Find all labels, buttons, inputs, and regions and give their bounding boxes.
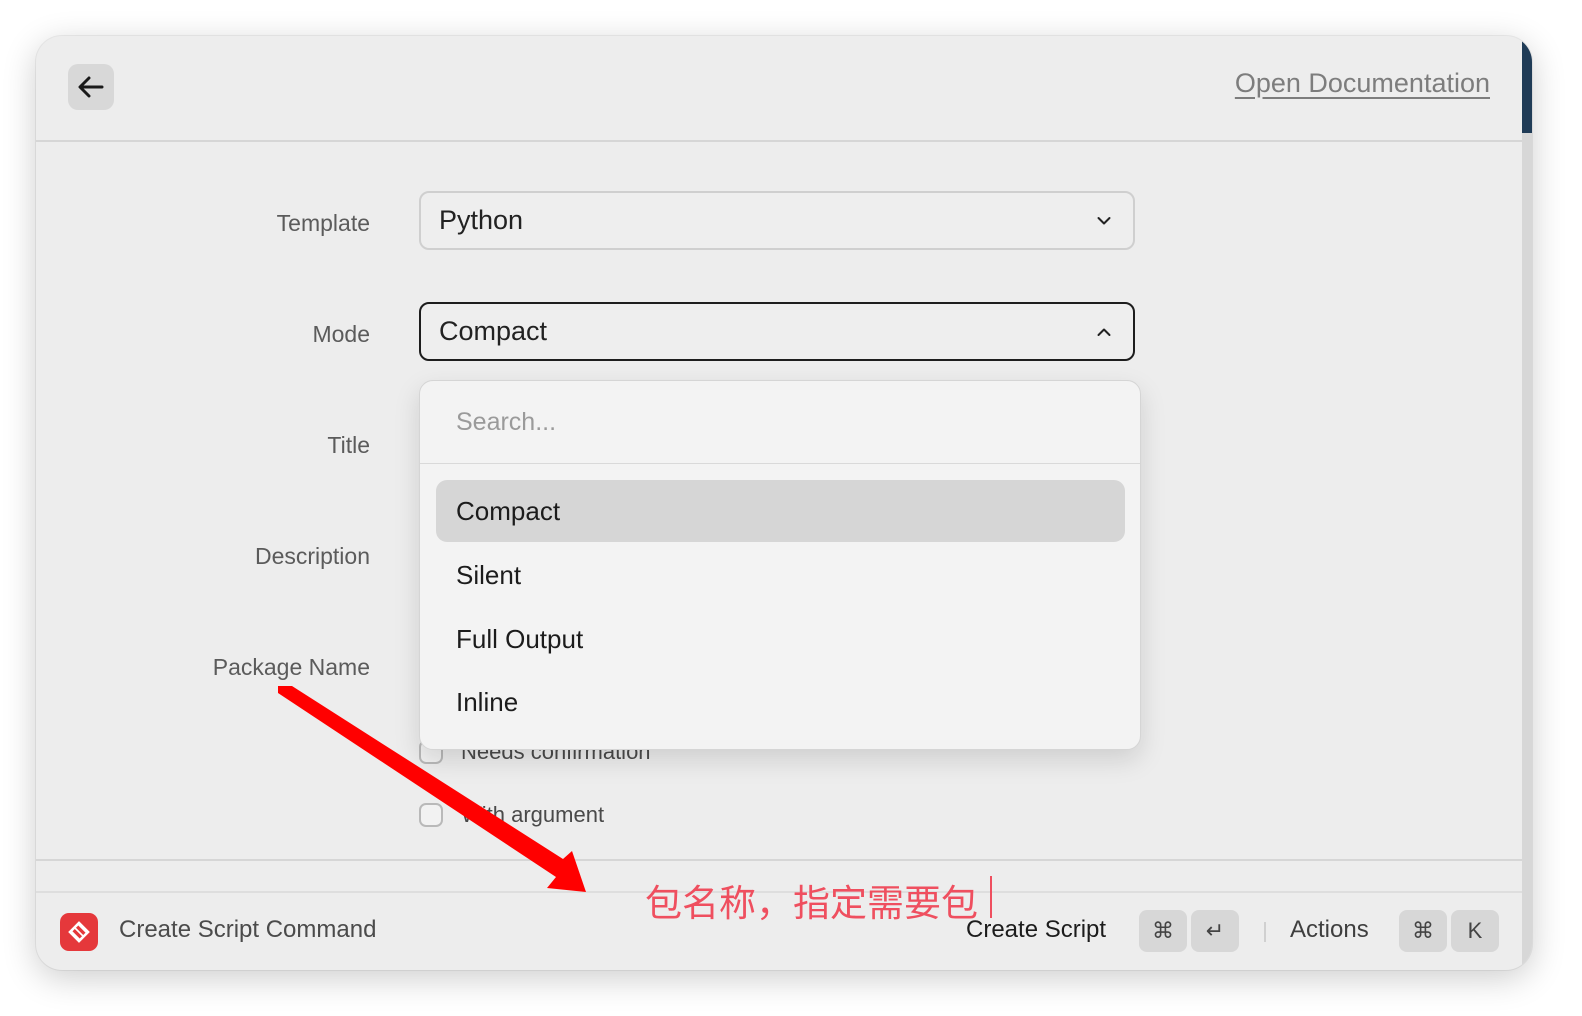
back-button[interactable] (68, 64, 114, 110)
dropdown-option-compact[interactable]: Compact (436, 480, 1125, 542)
annotation-text: 包名称，指定需要包 (645, 882, 978, 925)
k-key-icon: K (1451, 910, 1499, 952)
command-key-icon: ⌘ (1139, 910, 1187, 952)
template-select[interactable]: Python (419, 191, 1135, 250)
description-label: Description (254, 543, 370, 569)
dropdown-option-inline[interactable]: Inline (436, 671, 1125, 733)
script-command-window: Open Documentation Template Python Mode … (36, 36, 1532, 970)
template-label: Template (276, 210, 370, 236)
arrow-left-icon (78, 76, 104, 98)
package-name-label: Package Name (212, 654, 370, 680)
chevron-up-icon (1097, 328, 1111, 336)
raycast-icon (60, 913, 98, 951)
dropdown-divider (420, 463, 1140, 464)
text-caret (990, 876, 992, 918)
with-argument-label: With argument (461, 802, 605, 827)
return-key-icon: ↵ (1191, 910, 1239, 952)
mode-value: Compact (439, 316, 548, 346)
chevron-down-icon (1097, 216, 1111, 224)
dropdown-option-full-output[interactable]: Full Output (436, 608, 1125, 670)
open-documentation-link[interactable]: Open Documentation (1235, 68, 1490, 99)
footer-title: Create Script Command (119, 916, 377, 943)
template-value: Python (439, 205, 524, 235)
mode-dropdown: Compact Silent Full Output Inline (419, 380, 1141, 750)
command-key-icon: ⌘ (1399, 910, 1447, 952)
dropdown-search-input[interactable] (420, 381, 1140, 463)
footer-divider (36, 859, 1522, 861)
create-script-button[interactable]: Create Script (966, 916, 1106, 944)
background-window-edge (1522, 36, 1532, 970)
with-argument-checkbox[interactable] (419, 803, 443, 827)
footer-separator (1264, 922, 1266, 942)
dropdown-option-silent[interactable]: Silent (436, 544, 1125, 606)
with-argument-row[interactable]: With argument (419, 802, 604, 828)
title-label: Title (327, 432, 370, 458)
actions-button[interactable]: Actions (1290, 916, 1369, 944)
mode-label: Mode (312, 321, 370, 347)
mode-select[interactable]: Compact (419, 302, 1135, 361)
header-divider (36, 140, 1522, 142)
